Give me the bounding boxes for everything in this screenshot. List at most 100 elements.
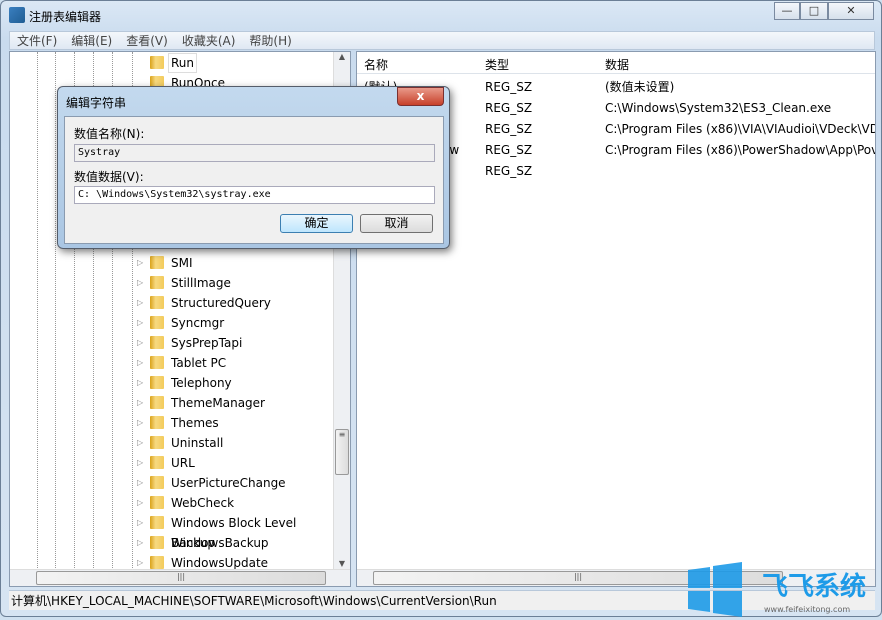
menu-favorites[interactable]: 收藏夹(A) — [175, 32, 243, 49]
cancel-button[interactable]: 取消 — [360, 214, 433, 233]
watermark-logo: 飞飞系统 www.feifeixitong.com — [686, 562, 882, 617]
minimize-button[interactable]: — — [774, 2, 800, 20]
window-title: 注册表编辑器 — [29, 10, 102, 24]
folder-icon — [150, 496, 164, 509]
tree-item[interactable]: ▷ Syncmgr — [10, 313, 340, 333]
tree-item-label: WindowsBackup — [171, 536, 269, 550]
tree-item[interactable]: ▷ StructuredQuery — [10, 293, 340, 313]
folder-icon — [150, 276, 164, 289]
expand-arrow-icon[interactable]: ▷ — [137, 453, 143, 473]
tree-item-label: Tablet PC — [171, 356, 227, 370]
expand-arrow-icon[interactable]: ▷ — [137, 313, 143, 333]
value-data-input[interactable]: C: \Windows\System32\systray.exe — [74, 186, 435, 204]
tree-item-label: StillImage — [171, 276, 231, 290]
expand-arrow-icon[interactable]: ▷ — [137, 493, 143, 513]
folder-icon — [150, 536, 164, 549]
svg-text:www.feifeixitong.com: www.feifeixitong.com — [764, 605, 850, 614]
tree-item-label: StructuredQuery — [171, 296, 271, 310]
tree-item-label: Run — [168, 53, 198, 73]
menu-view[interactable]: 查看(V) — [119, 32, 175, 49]
tree-item[interactable]: ▷ Themes — [10, 413, 340, 433]
tree-item[interactable]: ▷ WindowsBackup — [10, 533, 340, 553]
scroll-down-arrow[interactable]: ▼ — [334, 559, 350, 568]
expand-arrow-icon[interactable]: ▷ — [137, 353, 143, 373]
tree-item-label: Themes — [171, 416, 219, 430]
folder-icon — [150, 336, 164, 349]
tree-item[interactable]: ▷ WebCheck — [10, 493, 340, 513]
ok-button[interactable]: 确定 — [280, 214, 353, 233]
cell-data: C:\Program Files (x86)\PowerShadow\App\P… — [605, 143, 876, 157]
folder-icon — [150, 476, 164, 489]
tree-item-label: Telephony — [171, 376, 232, 390]
menu-help[interactable]: 帮助(H) — [242, 32, 298, 49]
tree-item[interactable]: ▷ SysPrepTapi — [10, 333, 340, 353]
expand-arrow-icon[interactable]: ▷ — [137, 433, 143, 453]
tree-item[interactable]: ▷ URL — [10, 453, 340, 473]
dialog-close-button[interactable]: x — [397, 87, 444, 106]
list-header: 名称 类型 数据 — [357, 52, 875, 74]
expand-arrow-icon[interactable]: ▷ — [137, 273, 143, 293]
expand-arrow-icon[interactable]: ▷ — [137, 533, 143, 553]
tree-item-label: ThemeManager — [171, 396, 265, 410]
tree-horizontal-scrollbar[interactable]: ||| — [10, 569, 350, 586]
tree-item[interactable]: ▷ Windows Block Level Backup — [10, 513, 340, 550]
folder-icon — [150, 436, 164, 449]
scroll-up-arrow[interactable]: ▲ — [334, 52, 350, 61]
cell-type: REG_SZ — [485, 80, 533, 94]
folder-icon — [150, 56, 164, 69]
expand-arrow-icon[interactable]: ▷ — [137, 373, 143, 393]
folder-icon — [150, 316, 164, 329]
tree-item-label: SMI — [171, 256, 193, 270]
tree-vscroll-thumb[interactable]: ≡ — [335, 429, 349, 475]
tree-item[interactable]: ▷ SMI — [10, 253, 340, 273]
folder-icon — [150, 416, 164, 429]
tree-item[interactable]: ▷ Uninstall — [10, 433, 340, 453]
folder-icon — [150, 556, 164, 569]
expand-arrow-icon[interactable]: ▷ — [137, 253, 143, 273]
tree-item[interactable]: ▷ Tablet PC — [10, 353, 340, 373]
tree-item-label: SysPrepTapi — [171, 336, 243, 350]
expand-arrow-icon[interactable]: ▷ — [137, 513, 143, 533]
tree-item[interactable]: ▷ ThemeManager — [10, 393, 340, 413]
expand-arrow-icon[interactable]: ▷ — [137, 473, 143, 493]
menu-edit[interactable]: 编辑(E) — [64, 32, 119, 49]
column-type[interactable]: 类型 — [485, 56, 509, 73]
folder-icon — [150, 376, 164, 389]
cell-type: REG_SZ — [485, 143, 533, 157]
tree-item[interactable]: ▷ StillImage — [10, 273, 340, 293]
cell-data: C:\Program Files (x86)\VIA\VIAudioi\VDec… — [605, 122, 876, 136]
tree-item-label: UserPictureChange — [171, 476, 286, 490]
value-data-label: 数值数据(V): — [74, 170, 144, 184]
cell-type: REG_SZ — [485, 122, 533, 136]
tree-item-label: Syncmgr — [171, 316, 225, 330]
column-name[interactable]: 名称 — [364, 56, 388, 73]
cell-data: C:\Windows\System32\ES3_Clean.exe — [605, 101, 832, 115]
value-name-field: Systray — [74, 144, 435, 162]
tree-item[interactable]: Run — [10, 53, 340, 73]
expand-arrow-icon[interactable]: ▷ — [137, 333, 143, 353]
tree-item-label: WebCheck — [171, 496, 235, 510]
value-name-label: 数值名称(N): — [74, 127, 145, 141]
folder-icon — [150, 456, 164, 469]
tree-item[interactable]: ▷ Telephony — [10, 373, 340, 393]
expand-arrow-icon[interactable]: ▷ — [137, 393, 143, 413]
svg-text:飞飞系统: 飞飞系统 — [762, 571, 866, 602]
registry-app-icon — [9, 7, 25, 23]
folder-icon — [150, 516, 164, 529]
expand-arrow-icon[interactable]: ▷ — [137, 293, 143, 313]
folder-icon — [150, 356, 164, 369]
expand-arrow-icon[interactable]: ▷ — [137, 413, 143, 433]
close-window-button[interactable]: ✕ — [828, 2, 874, 20]
dialog-title: 编辑字符串 — [66, 96, 127, 110]
cell-data: (数值未设置) — [605, 80, 675, 94]
tree-item-label: URL — [171, 456, 195, 470]
cell-type: REG_SZ — [485, 101, 533, 115]
menu-file[interactable]: 文件(F) — [10, 32, 64, 49]
folder-icon — [150, 256, 164, 269]
edit-string-dialog: 编辑字符串 x 数值名称(N): Systray 数值数据(V): C: \Wi… — [57, 86, 450, 249]
maximize-button[interactable]: □ — [800, 2, 828, 20]
tree-item-label: Uninstall — [171, 436, 224, 450]
column-data[interactable]: 数据 — [605, 56, 629, 73]
tree-hscroll-thumb[interactable]: ||| — [36, 571, 326, 585]
tree-item[interactable]: ▷ UserPictureChange — [10, 473, 340, 493]
